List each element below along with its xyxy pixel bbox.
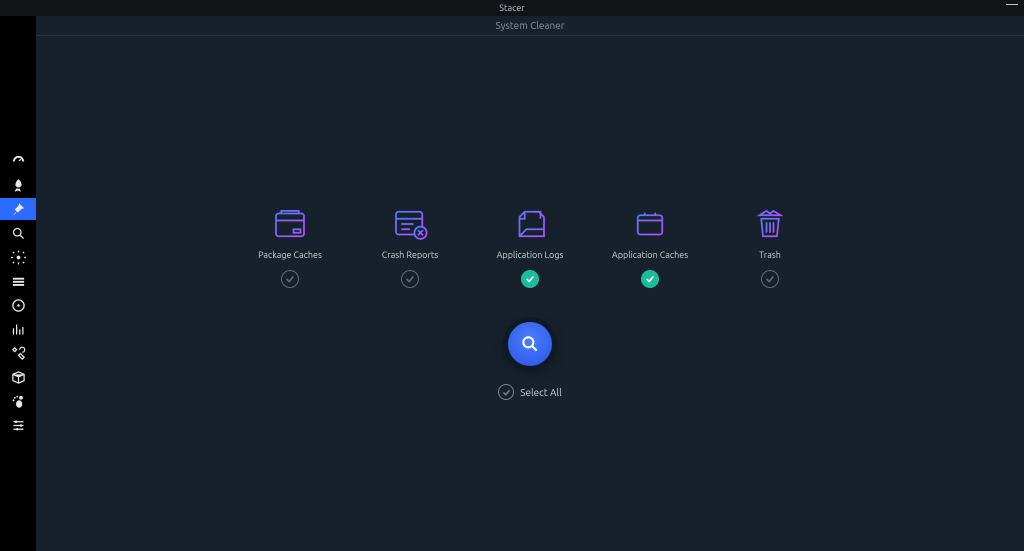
magnifier-icon [520,334,540,354]
sidebar-item-gnome-settings[interactable] [0,390,36,412]
category-row: Package Caches Crash Reports [254,202,806,288]
sidebar-item-settings[interactable] [0,414,36,436]
foot-icon [11,394,26,409]
sidebar-item-startup-apps[interactable] [0,174,36,196]
sidebar-item-helpers[interactable] [0,342,36,364]
sidebar-item-apt-repos[interactable] [0,366,36,388]
crash-reports-icon [388,202,432,246]
category-app-logs: Application Logs [494,202,566,288]
select-all-label: Select All [520,387,562,398]
category-label: Application Logs [497,250,564,260]
gear-icon [11,250,26,265]
page-title-text: System Cleaner [495,20,564,31]
category-package-caches: Package Caches [254,202,326,288]
page-title: System Cleaner [36,16,1024,36]
broom-icon [11,202,26,217]
search-icon [11,226,26,241]
chart-icon [11,322,26,337]
window-titlebar: Stacer [0,0,1024,16]
category-trash: Trash [734,202,806,288]
window-minimize-button[interactable] [1006,3,1018,5]
category-app-caches: Application Caches [614,202,686,288]
rocket-icon [11,178,26,193]
category-checkbox[interactable] [521,270,539,288]
sidebar-item-search[interactable] [0,222,36,244]
sidebar-item-resources[interactable] [0,318,36,340]
category-label: Trash [759,250,781,260]
package-caches-icon [268,202,312,246]
app-logs-icon [508,202,552,246]
category-checkbox[interactable] [641,270,659,288]
category-label: Application Caches [612,250,688,260]
sidebar-item-uninstaller[interactable] [0,294,36,316]
content-pane: System Cleaner [36,16,1024,551]
select-all-toggle[interactable]: Select All [498,384,562,400]
sliders-icon [11,418,26,433]
category-label: Package Caches [258,250,322,260]
scan-button[interactable] [508,322,552,366]
select-all-checkbox-icon [498,384,514,400]
sidebar [0,16,36,551]
app-caches-icon [628,202,672,246]
category-crash-reports: Crash Reports [374,202,446,288]
category-label: Crash Reports [382,250,439,260]
category-checkbox[interactable] [281,270,299,288]
cleaner-main: Package Caches Crash Reports [36,36,1024,551]
sidebar-item-system-cleaner[interactable] [0,198,36,220]
sidebar-item-processes[interactable] [0,270,36,292]
category-checkbox[interactable] [401,270,419,288]
stack-icon [11,274,26,289]
sidebar-item-services[interactable] [0,246,36,268]
sidebar-item-dashboard[interactable] [0,150,36,172]
gauge-icon [11,154,26,169]
window-title: Stacer [499,3,524,13]
tools-icon [11,346,26,361]
trash-icon [748,202,792,246]
disc-icon [11,298,26,313]
app-frame: System Cleaner [0,16,1024,551]
category-checkbox[interactable] [761,270,779,288]
box-icon [11,370,26,385]
